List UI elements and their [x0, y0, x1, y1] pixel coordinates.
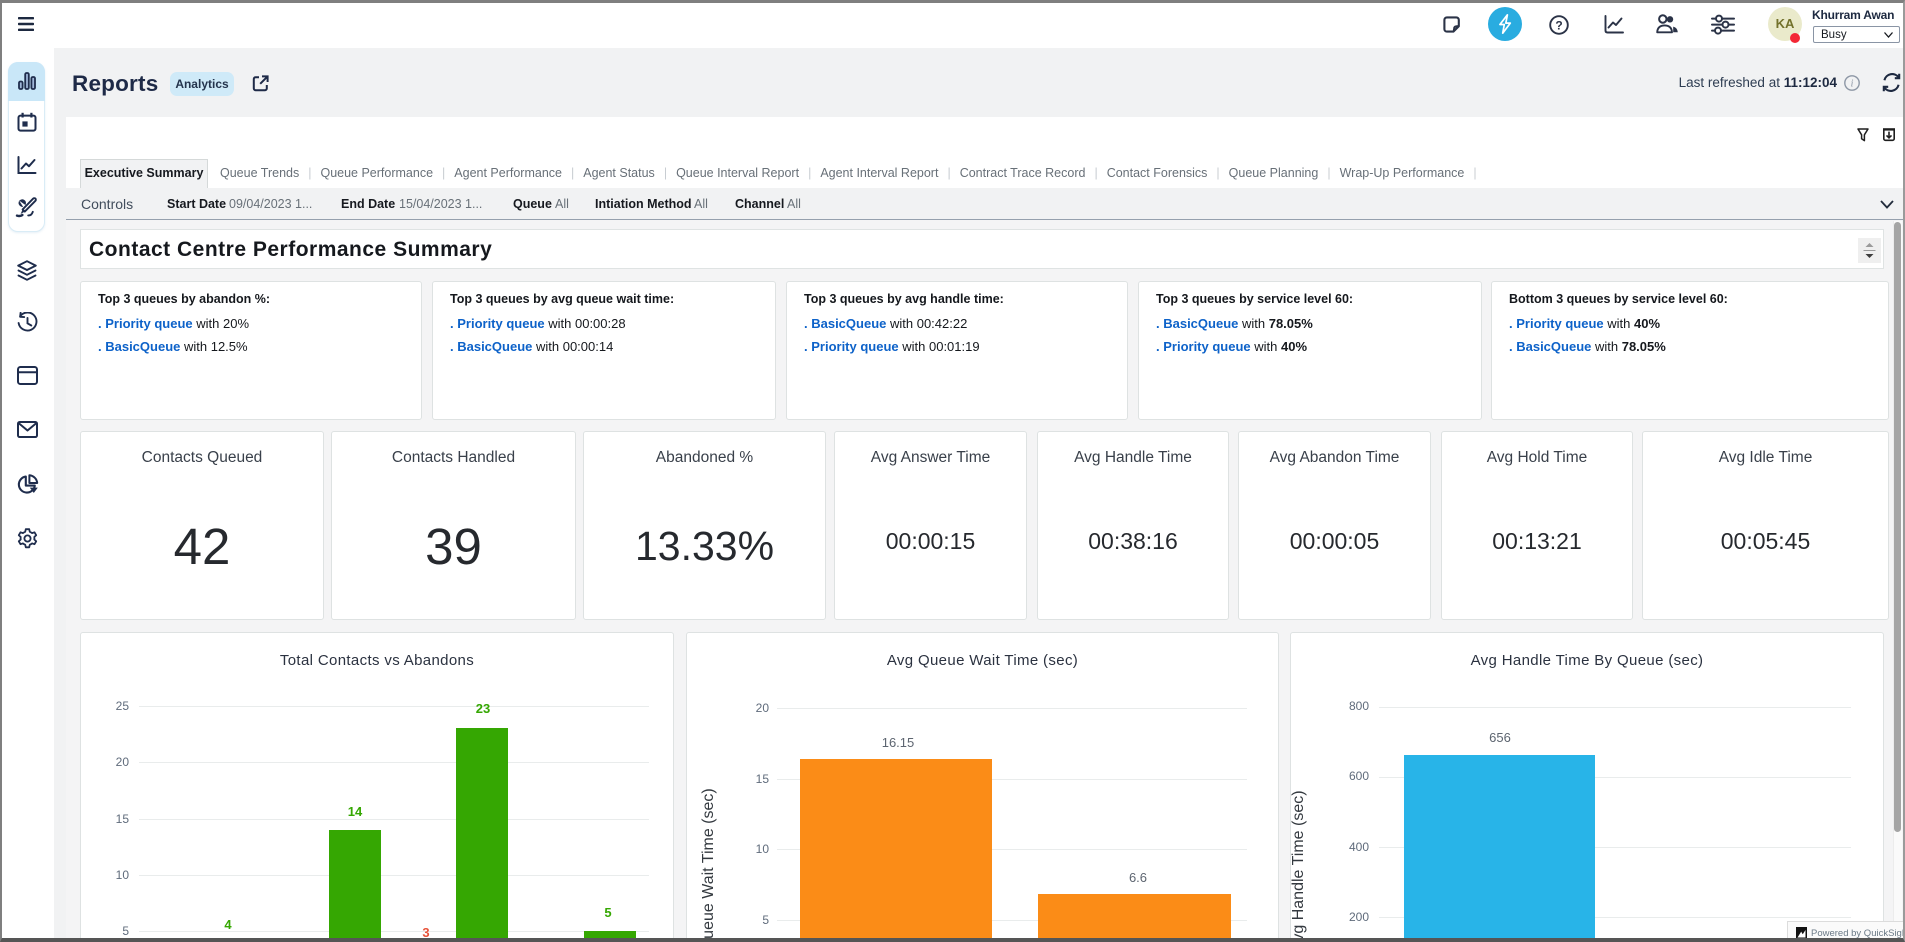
svg-text:?: ?	[1555, 18, 1562, 32]
svg-text:i: i	[1851, 79, 1854, 90]
